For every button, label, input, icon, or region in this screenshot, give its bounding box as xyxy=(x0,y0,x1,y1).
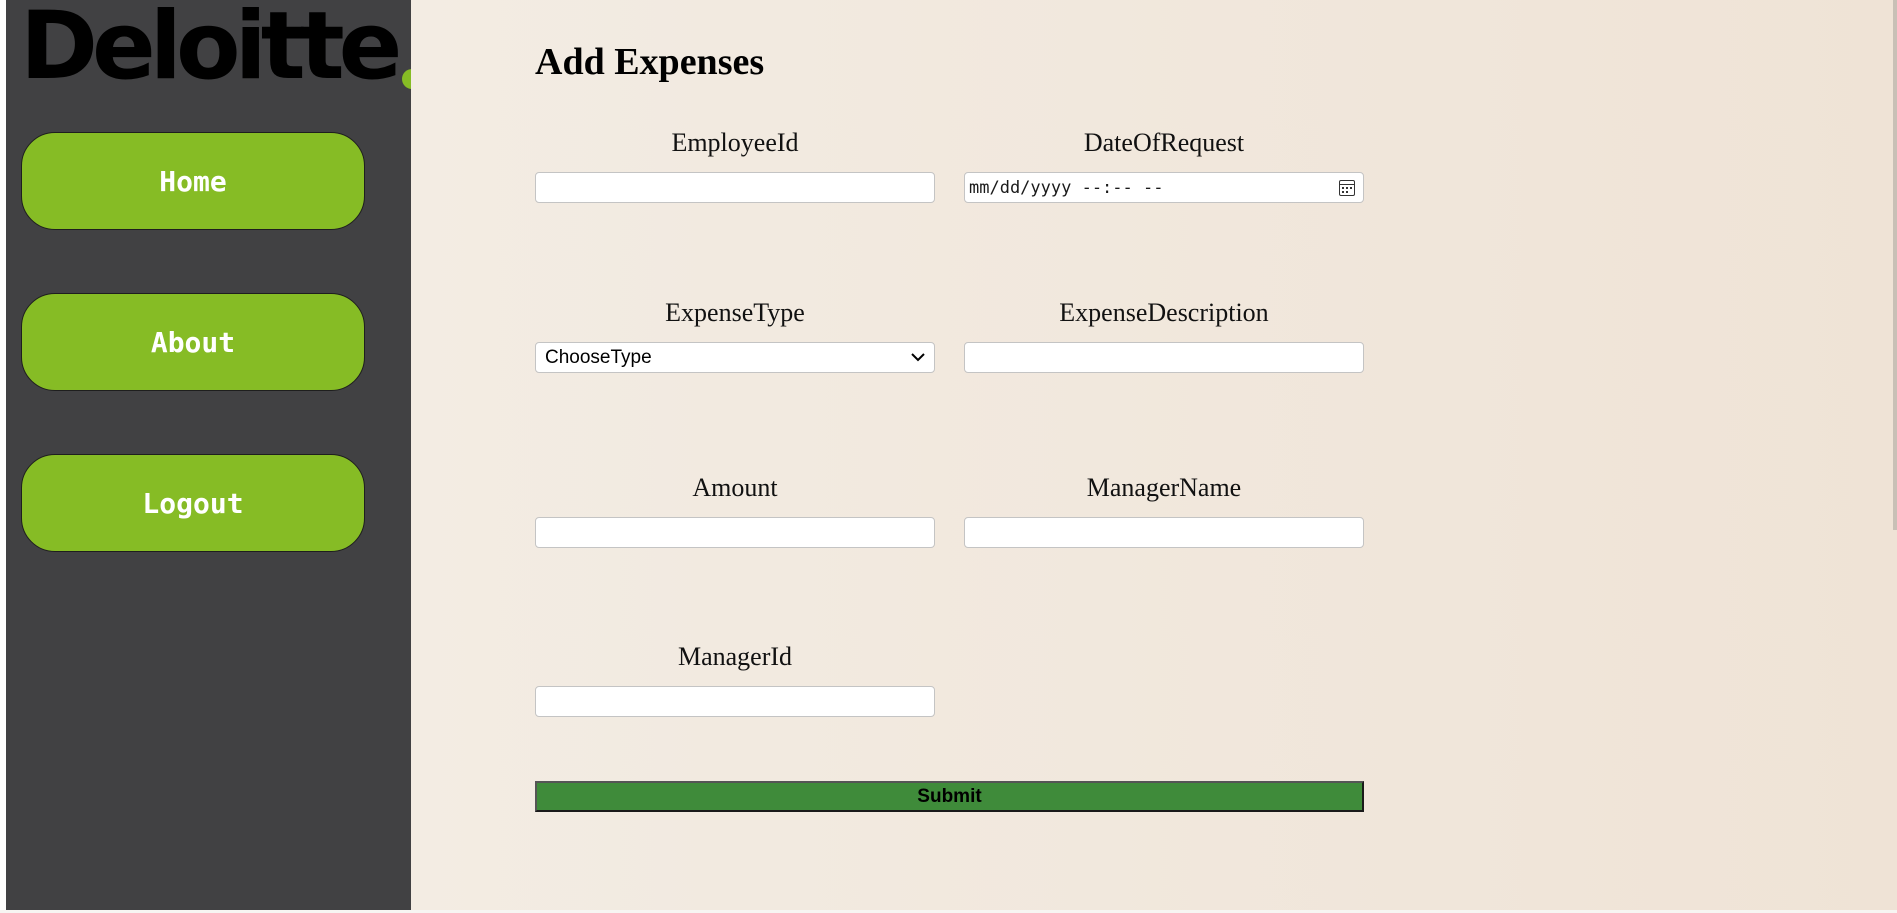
date-placeholder: mm/dd/yyyy --:-- -- xyxy=(969,177,1164,198)
date-of-request-label: DateOfRequest xyxy=(1083,128,1245,157)
manager-name-group: ManagerName xyxy=(964,473,1364,548)
about-button[interactable]: About xyxy=(21,293,365,391)
expense-description-group: ExpenseDescription xyxy=(964,298,1364,373)
logo-text: Deloitte xyxy=(20,0,402,101)
home-button-label: Home xyxy=(159,164,227,198)
date-of-request-group: DateOfRequest mm/dd/yyyy --:-- -- xyxy=(964,128,1364,203)
employee-id-input[interactable] xyxy=(535,172,935,203)
sidebar: Deloitte Home About Logout xyxy=(6,0,423,910)
manager-name-input[interactable] xyxy=(964,517,1364,548)
amount-label: Amount xyxy=(692,473,778,502)
expense-type-label: ExpenseType xyxy=(665,298,805,327)
expense-type-select[interactable]: ChooseType xyxy=(535,342,935,373)
calendar-icon[interactable] xyxy=(1339,179,1355,196)
logout-button[interactable]: Logout xyxy=(21,454,365,552)
deloitte-logo: Deloitte xyxy=(20,0,423,101)
employee-id-label: EmployeeId xyxy=(671,128,799,157)
about-button-label: About xyxy=(150,325,236,359)
main-content: Add Expenses EmployeeId DateOfRequest mm… xyxy=(411,0,1897,910)
employee-id-group: EmployeeId xyxy=(535,128,935,203)
expense-type-group: ExpenseType ChooseType xyxy=(535,298,935,373)
submit-button[interactable]: Submit xyxy=(535,781,1364,812)
home-button[interactable]: Home xyxy=(21,132,365,230)
chevron-down-icon xyxy=(910,352,926,364)
manager-name-label: ManagerName xyxy=(1086,473,1242,502)
date-of-request-input[interactable]: mm/dd/yyyy --:-- -- xyxy=(964,172,1364,203)
scrollbar[interactable] xyxy=(1893,0,1897,530)
expense-description-label: ExpenseDescription xyxy=(1059,298,1269,327)
page-title: Add Expenses xyxy=(535,41,765,83)
page: Deloitte Home About Logout Add Expenses … xyxy=(0,0,1897,910)
amount-input[interactable] xyxy=(535,517,935,548)
manager-id-label: ManagerId xyxy=(677,642,793,671)
manager-id-input[interactable] xyxy=(535,686,935,717)
expense-type-selected: ChooseType xyxy=(545,346,652,368)
logout-button-label: Logout xyxy=(142,486,244,520)
amount-group: Amount xyxy=(535,473,935,548)
expense-description-input[interactable] xyxy=(964,342,1364,373)
manager-id-group: ManagerId xyxy=(535,642,935,717)
